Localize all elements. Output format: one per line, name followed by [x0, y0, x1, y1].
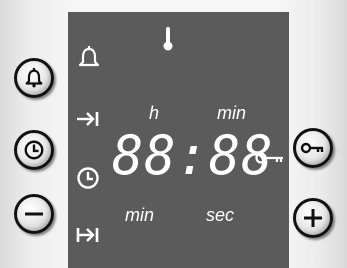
clock-icon	[23, 139, 45, 161]
bell-button[interactable]	[14, 58, 54, 98]
seconds-label: sec	[206, 205, 235, 225]
key-lock-button[interactable]	[293, 128, 333, 168]
bell-icon	[77, 46, 101, 70]
end-time-arrow-icon	[76, 226, 100, 244]
key-icon	[300, 140, 326, 156]
bell-icon	[23, 67, 45, 89]
plus-icon	[301, 206, 325, 230]
minus-button[interactable]	[14, 194, 54, 234]
clock-icon	[76, 166, 100, 190]
minus-icon	[22, 202, 46, 226]
minutes-label-bottom: min	[125, 205, 155, 225]
minutes-label-top: min	[217, 103, 247, 123]
time-digits: 88:88	[112, 124, 274, 188]
hours-label: h	[149, 103, 160, 123]
oven-control-panel: h min min sec 88:88	[0, 0, 347, 268]
thermometer-icon	[163, 27, 173, 51]
cooking-time-arrow-icon	[76, 110, 100, 128]
clock-button[interactable]	[14, 130, 54, 170]
plus-button[interactable]	[293, 198, 333, 238]
